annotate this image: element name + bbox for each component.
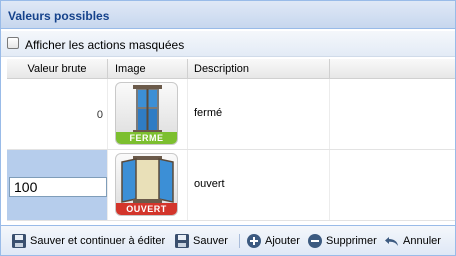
raw-value-input[interactable] [9,177,107,197]
delete-label: Supprimer [326,235,377,247]
save-button[interactable]: Sauver [174,230,236,252]
filler-cell [330,150,455,220]
panel-header: Valeurs possibles [1,1,455,29]
save-and-continue-label: Sauver et continuer à éditer [30,235,166,247]
description-cell[interactable]: fermé [188,79,330,149]
open-badge: OUVERT [116,203,177,215]
closed-window-icon: FERME [115,82,178,145]
plus-circle-icon [247,234,261,248]
top-toolbar: Afficher les actions masquées [1,31,455,57]
closed-badge: FERME [116,132,177,144]
add-label: Ajouter [265,235,300,247]
floppy-disk-icon [12,234,26,248]
values-grid: Valeur brute Image Description 0 FERME f… [7,59,455,221]
raw-value-cell[interactable]: 0 [7,79,108,149]
raw-value: 0 [96,109,103,121]
floppy-disk-icon [175,234,189,248]
toolbar-separator [239,234,240,248]
bottom-toolbar: Sauver et continuer à éditer Sauver Ajou… [1,225,455,255]
raw-value-cell-editing[interactable] [7,150,108,220]
save-label: Sauver [193,235,228,247]
description-text: fermé [194,107,223,119]
image-cell[interactable]: OUVERT [108,150,188,220]
column-header-image[interactable]: Image [108,59,188,79]
grid-header: Valeur brute Image Description [7,59,455,79]
possible-values-panel: Valeurs possibles Afficher les actions m… [0,0,456,256]
add-button[interactable]: Ajouter [246,230,306,252]
image-cell[interactable]: FERME [108,79,188,149]
table-row[interactable]: OUVERT ouvert [7,150,455,221]
delete-button[interactable]: Supprimer [307,230,379,252]
column-header-raw-value[interactable]: Valeur brute [7,59,108,79]
save-and-continue-button[interactable]: Sauver et continuer à éditer [11,230,171,252]
cancel-button[interactable]: Annuler [384,230,444,252]
cancel-label: Annuler [403,235,441,247]
column-header-description[interactable]: Description [188,59,330,79]
undo-arrow-icon [385,237,398,246]
description-cell[interactable]: ouvert [188,150,330,220]
minus-circle-icon [308,234,322,248]
show-hidden-actions-label[interactable]: Afficher les actions masquées [25,38,184,52]
filler-cell [330,79,455,149]
description-text: ouvert [194,178,225,190]
table-row[interactable]: 0 FERME fermé [7,79,455,150]
column-header-filler [330,59,455,79]
panel-title: Valeurs possibles [8,9,110,23]
open-window-icon: OUVERT [115,153,178,216]
show-hidden-actions-checkbox[interactable] [7,37,19,49]
